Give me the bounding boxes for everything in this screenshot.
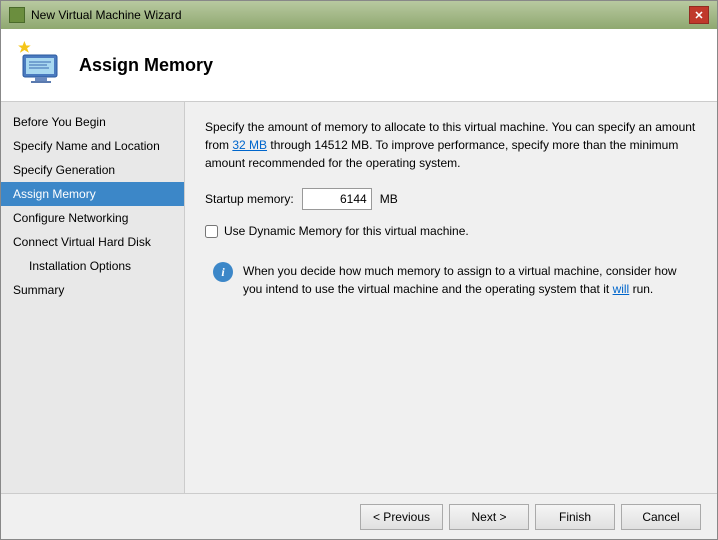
finish-button[interactable]: Finish (535, 504, 615, 530)
description-text: Specify the amount of memory to allocate… (205, 118, 697, 172)
info-box: i When you decide how much memory to ass… (205, 254, 697, 306)
wizard-window: New Virtual Machine Wizard ✕ Assign Mem (0, 0, 718, 540)
window-title: New Virtual Machine Wizard (31, 8, 182, 22)
info-will-link[interactable]: will (613, 282, 630, 296)
mb-label: MB (380, 192, 398, 206)
sidebar-item-configure-networking[interactable]: Configure Networking (1, 206, 184, 230)
sidebar-item-specify-generation[interactable]: Specify Generation (1, 158, 184, 182)
dynamic-memory-row: Use Dynamic Memory for this virtual mach… (205, 224, 697, 238)
wizard-header-title: Assign Memory (79, 55, 213, 76)
right-panel: Specify the amount of memory to allocate… (185, 102, 717, 493)
sidebar-item-connect-vhd[interactable]: Connect Virtual Hard Disk (1, 230, 184, 254)
previous-button[interactable]: < Previous (360, 504, 443, 530)
min-memory-link[interactable]: 32 MB (232, 138, 267, 152)
startup-memory-input[interactable] (302, 188, 372, 210)
wizard-header-icon (17, 41, 65, 89)
wizard-main: Before You Begin Specify Name and Locati… (1, 102, 717, 493)
wizard-footer: < Previous Next > Finish Cancel (1, 493, 717, 539)
window-icon (9, 7, 25, 23)
sidebar-item-installation-options[interactable]: Installation Options (1, 254, 184, 278)
sidebar-item-before-you-begin[interactable]: Before You Begin (1, 110, 184, 134)
dynamic-memory-checkbox[interactable] (205, 225, 218, 238)
cancel-button[interactable]: Cancel (621, 504, 701, 530)
sidebar-item-assign-memory[interactable]: Assign Memory (1, 182, 184, 206)
close-button[interactable]: ✕ (689, 6, 709, 24)
next-button[interactable]: Next > (449, 504, 529, 530)
info-icon: i (213, 262, 233, 282)
wizard-header: Assign Memory (1, 29, 717, 102)
title-bar-left: New Virtual Machine Wizard (9, 7, 182, 23)
dynamic-memory-label[interactable]: Use Dynamic Memory for this virtual mach… (224, 224, 469, 238)
sidebar-item-specify-name[interactable]: Specify Name and Location (1, 134, 184, 158)
info-text: When you decide how much memory to assig… (243, 262, 689, 298)
title-bar: New Virtual Machine Wizard ✕ (1, 1, 717, 29)
sidebar-item-summary[interactable]: Summary (1, 278, 184, 302)
startup-memory-label: Startup memory: (205, 192, 294, 206)
startup-memory-row: Startup memory: MB (205, 188, 697, 210)
sidebar: Before You Begin Specify Name and Locati… (1, 102, 185, 493)
